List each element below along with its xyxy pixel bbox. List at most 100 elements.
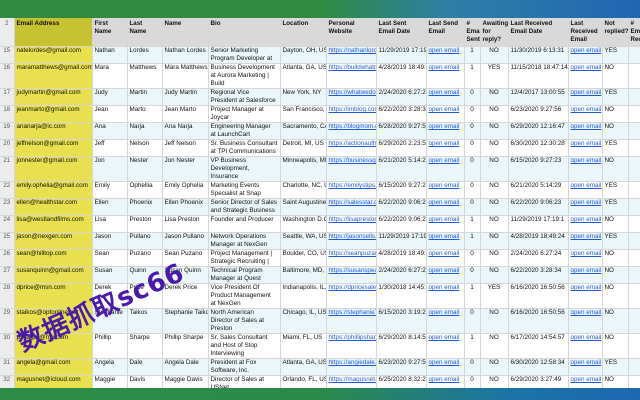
last-sent-date-cell[interactable]: 6/22/2020 9:06:23 [376, 215, 427, 233]
last-received-email-link[interactable]: open email [568, 156, 603, 182]
emails-sent-cell[interactable]: 0 [464, 266, 481, 284]
name-cell[interactable]: Mara Matthews [162, 63, 209, 89]
website-cell[interactable]: https://whatwedo. [326, 88, 377, 106]
column-header-name[interactable]: Name [162, 18, 209, 47]
column-header-emails-sent[interactable]: # Emails Sent [464, 18, 481, 47]
last-send-email-link[interactable]: open email [426, 156, 465, 182]
last-sent-date-cell[interactable]: 6/15/2020 9:27:23 [376, 181, 427, 199]
last-received-date-cell[interactable]: 6/23/2020 9:27:56 [508, 105, 569, 123]
bio-cell[interactable]: Engineering Manager at LaunchCart [208, 122, 281, 140]
awaiting-reply-cell[interactable]: NO [480, 181, 509, 199]
bio-cell[interactable]: VP Business Development, Insurance [208, 156, 281, 182]
website-cell[interactable]: https://angiedale.c [326, 358, 377, 376]
emails-sent-cell[interactable]: 0 [464, 88, 481, 106]
awaiting-reply-cell[interactable]: NO [480, 198, 509, 216]
email-cell[interactable]: ellen@healthstar.com [14, 198, 93, 216]
awaiting-reply-cell[interactable]: NO [480, 139, 509, 157]
last-name-cell[interactable]: Ophellia [127, 181, 163, 199]
last-send-email-link[interactable]: open email [426, 105, 465, 123]
not-replied-cell[interactable]: YES [602, 358, 629, 376]
bio-cell[interactable]: President at Fox Software, Inc. [208, 358, 281, 376]
location-cell[interactable]: Baltimore, MD, U [280, 266, 327, 284]
column-header-website[interactable]: Personal Website [326, 18, 377, 47]
not-replied-cell[interactable]: NO [602, 215, 629, 233]
emails-received-cell[interactable] [628, 333, 640, 359]
last-name-cell[interactable]: Dale [127, 358, 163, 376]
emails-received-cell[interactable] [628, 358, 640, 376]
last-received-date-cell[interactable]: 4/28/2019 18:49:24 [508, 232, 569, 250]
last-received-date-cell[interactable]: 6/17/2020 14:54:57 [508, 333, 569, 359]
emails-received-cell[interactable] [628, 88, 640, 106]
email-cell[interactable]: judymartin@gmail.com [14, 88, 93, 106]
column-header-last-name[interactable]: Last Name [127, 18, 163, 47]
email-cell[interactable]: angela@gmail.com [14, 358, 93, 376]
email-cell[interactable]: ananarja@ic.com [14, 122, 93, 140]
last-send-email-link[interactable]: open email [426, 122, 465, 140]
last-sent-date-cell[interactable]: 6/29/2020 2:23:56 [376, 139, 427, 157]
name-cell[interactable]: Ana Narja [162, 122, 209, 140]
last-send-email-link[interactable]: open email [426, 358, 465, 376]
last-sent-date-cell[interactable]: 6/29/2020 8:14:58 [376, 333, 427, 359]
not-replied-cell[interactable]: YES [602, 88, 629, 106]
last-sent-date-cell[interactable]: 2/24/2020 6:27:24 [376, 266, 427, 284]
column-header-emails-received[interactable]: # Em Rec [628, 18, 640, 47]
last-send-email-link[interactable]: open email [426, 232, 465, 250]
column-header-last-send-email[interactable]: Last Send Email [426, 18, 465, 47]
website-cell[interactable]: https://seanpuzan [326, 249, 377, 267]
first-name-cell[interactable]: Sean [92, 249, 128, 267]
last-send-email-link[interactable]: open email [426, 266, 465, 284]
column-header-awaiting-reply[interactable]: Awaiting for reply? [480, 18, 509, 47]
bio-cell[interactable]: Sr. Business Consultant at TPI Communica… [208, 139, 281, 157]
column-header-location[interactable]: Location [280, 18, 327, 47]
last-received-email-link[interactable]: open email [568, 333, 603, 359]
not-replied-cell[interactable]: NO [602, 156, 629, 182]
email-cell[interactable]: jonnester@gmail.com [14, 156, 93, 182]
location-cell[interactable]: Saint Augustine, F [280, 198, 327, 216]
name-cell[interactable]: Jeff Nelson [162, 139, 209, 157]
emails-received-cell[interactable] [628, 122, 640, 140]
last-send-email-link[interactable]: open email [426, 249, 465, 267]
website-cell[interactable]: https://blogmom.c [326, 122, 377, 140]
bio-cell[interactable]: Marketing Events Specialist at Snap [208, 181, 281, 199]
last-sent-date-cell[interactable]: 1/30/2018 14:45:3 [376, 283, 427, 309]
not-replied-cell[interactable]: NO [602, 266, 629, 284]
location-cell[interactable]: Detroit, MI, US [280, 139, 327, 157]
website-cell[interactable]: https://emilystips.c [326, 181, 377, 199]
column-header-first-name[interactable]: First Name [92, 18, 128, 47]
emails-received-cell[interactable] [628, 249, 640, 267]
name-cell[interactable]: Lisa Preston [162, 215, 209, 233]
awaiting-reply-cell[interactable]: NO [480, 122, 509, 140]
location-cell[interactable]: Minneapolis, MN [280, 156, 327, 182]
bio-cell[interactable]: Business Development at Aurora Marketing… [208, 63, 281, 89]
awaiting-reply-cell[interactable]: NO [480, 358, 509, 376]
awaiting-reply-cell[interactable]: NO [480, 308, 509, 334]
last-received-email-link[interactable]: open email [568, 198, 603, 216]
name-cell[interactable]: Nathan Lordes [162, 46, 209, 64]
last-received-date-cell[interactable]: 6/21/2020 5:14:29 [508, 181, 569, 199]
website-cell[interactable]: https://salesstar.co [326, 198, 377, 216]
bio-cell[interactable]: Project Management | Strategic Recruitin… [208, 249, 281, 267]
email-cell[interactable]: natelordes@gmail.com [14, 46, 93, 64]
name-cell[interactable]: Judy Martin [162, 88, 209, 106]
emails-sent-cell[interactable]: 0 [464, 358, 481, 376]
last-received-date-cell[interactable]: 6/30/2020 12:58:34 [508, 358, 569, 376]
emails-received-cell[interactable] [628, 283, 640, 309]
first-name-cell[interactable]: Judy [92, 88, 128, 106]
last-received-email-link[interactable]: open email [568, 139, 603, 157]
emails-received-cell[interactable] [628, 232, 640, 250]
awaiting-reply-cell[interactable]: NO [480, 215, 509, 233]
last-received-date-cell[interactable]: 6/30/2020 12:30:28 [508, 139, 569, 157]
email-cell[interactable]: jeffnelson@gmail.com [14, 139, 93, 157]
column-header-bio[interactable]: Bio [208, 18, 281, 47]
awaiting-reply-cell[interactable]: NO [480, 266, 509, 284]
bio-cell[interactable]: North American Director of Sales at Pres… [208, 308, 281, 334]
column-header-not-replied[interactable]: Not replied? [602, 18, 629, 47]
name-cell[interactable]: Jon Nester [162, 156, 209, 182]
awaiting-reply-cell[interactable]: NO [480, 232, 509, 250]
last-sent-date-cell[interactable]: 6/22/2020 3:28:34 [376, 105, 427, 123]
website-cell[interactable]: https://dpricesales [326, 283, 377, 309]
last-received-email-link[interactable]: open email [568, 122, 603, 140]
last-name-cell[interactable]: Narja [127, 122, 163, 140]
first-name-cell[interactable]: Ana [92, 122, 128, 140]
last-sent-date-cell[interactable]: 6/28/2020 9:27:56 [376, 122, 427, 140]
